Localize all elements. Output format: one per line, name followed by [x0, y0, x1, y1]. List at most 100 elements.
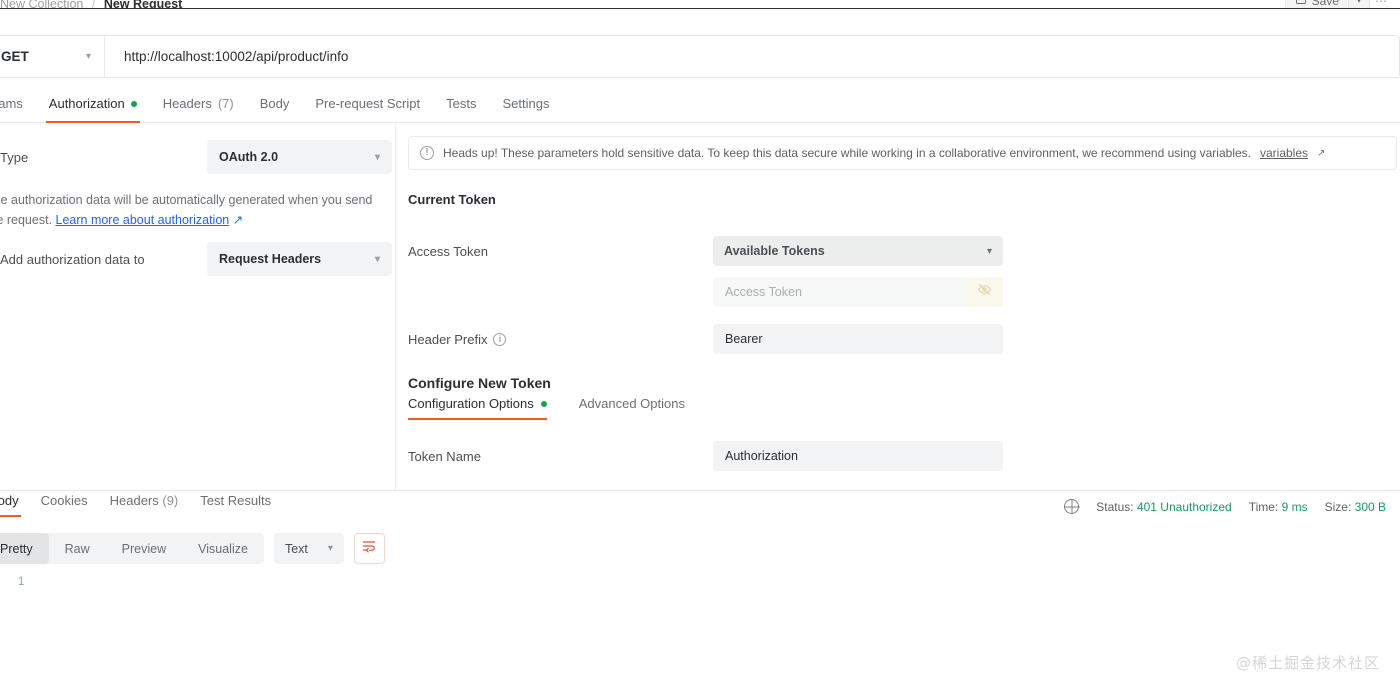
tab-label: Params [0, 96, 23, 111]
tab-settings[interactable]: Settings [489, 96, 562, 122]
sensitive-data-banner: ! Heads up! These parameters hold sensit… [408, 136, 1397, 170]
response-format-select[interactable]: Text ▾ [273, 533, 344, 564]
tab-label: Body [259, 96, 290, 111]
access-token-input-wrap: Access Token [713, 277, 1003, 307]
view-mode-visualize[interactable]: Visualize [182, 533, 264, 564]
save-disk-icon [1295, 0, 1307, 8]
add-authorization-data-select[interactable]: Request Headers ▾ [207, 242, 392, 276]
variables-link[interactable]: variables [1260, 146, 1308, 160]
toggle-token-visibility-button[interactable] [965, 277, 1003, 307]
request-url-bar: GET ▾ http://localhost:10002/api/product… [0, 35, 1400, 78]
modified-dot-icon [130, 100, 137, 107]
size-group: Size: 300 B [1325, 500, 1386, 514]
response-status-line: Status: 401 Unauthorized Time: 9 ms Size… [1064, 499, 1386, 514]
auth-type-value: OAuth 2.0 [219, 150, 279, 164]
tab-body[interactable]: Body [247, 96, 303, 122]
external-link-icon: ↗ [229, 213, 244, 228]
response-format-value: Text [284, 541, 308, 556]
header-prefix-label-wrap: Header Prefix i [408, 332, 713, 347]
url-text: http://localhost:10002/api/product/info [124, 49, 349, 64]
code-line-number: 1 [18, 576, 25, 588]
exclamation-circle-icon: ! [420, 146, 434, 160]
tab-label: Configuration Options [408, 396, 534, 411]
header-prefix-label: Header Prefix [408, 331, 488, 347]
response-view-bar: Pretty Raw Preview Visualize Text ▾ [0, 533, 385, 564]
view-mode-raw[interactable]: Raw [49, 533, 106, 564]
tab-count: (9) [162, 493, 179, 508]
status-group: Status: 401 Unauthorized [1096, 500, 1231, 514]
save-label: Save [1311, 0, 1339, 8]
http-method-select[interactable]: GET ▾ [0, 36, 105, 77]
url-input[interactable]: http://localhost:10002/api/product/info [105, 36, 1399, 77]
response-tab-body[interactable]: Body [0, 493, 30, 517]
add-authorization-data-value: Request Headers [219, 252, 322, 266]
token-name-input[interactable]: Authorization [713, 441, 1003, 471]
chevron-down-icon: ▾ [374, 151, 380, 163]
watermark: @稀土掘金技术社区 [1235, 654, 1380, 672]
tab-label: Advanced Options [578, 396, 685, 411]
access-token-label: Access Token [408, 243, 488, 259]
postman-app-window: New Collection / New Request Save ▾ ⋯ GE… [0, 0, 1400, 689]
configure-token-tabs: Configuration Options Advanced Options [408, 396, 717, 420]
header-prefix-input[interactable]: Bearer [713, 324, 1003, 354]
eye-off-icon [977, 282, 992, 302]
available-tokens-select[interactable]: Available Tokens ▾ [713, 236, 1003, 266]
tab-count: (7) [217, 96, 234, 111]
tab-label: Authorization [48, 96, 125, 111]
response-tabs: Body Cookies Headers (9) Test Results [0, 493, 282, 517]
request-tabs: Params Authorization Headers (7) Body Pr… [0, 85, 1400, 123]
auth-help-text: The authorization data will be automatic… [0, 190, 390, 231]
oauth2-details-pane: ! Heads up! These parameters hold sensit… [396, 124, 1400, 491]
tab-configuration-options[interactable]: Configuration Options [408, 396, 547, 420]
tab-advanced-options[interactable]: Advanced Options [579, 396, 685, 420]
add-authorization-data-row: Add authorization data to Request Header… [0, 242, 396, 276]
chevron-down-icon: ▾ [327, 543, 333, 554]
access-token-row: Access Token Available Tokens ▾ [408, 236, 1003, 266]
tab-label: Headers [109, 493, 159, 508]
auth-type-select[interactable]: OAuth 2.0 ▾ [207, 140, 392, 174]
access-token-input-row: Access Token [408, 277, 1003, 307]
response-tab-cookies[interactable]: Cookies [30, 493, 99, 517]
auth-type-label: Type [0, 149, 29, 165]
ellipsis-icon: ⋯ [1375, 0, 1387, 8]
size-value: 300 B [1354, 499, 1386, 514]
word-wrap-button[interactable] [353, 533, 385, 564]
http-method-label: GET [1, 49, 29, 64]
response-tab-test-results[interactable]: Test Results [189, 493, 282, 517]
auth-split-panes: Type OAuth 2.0 ▾ The authorization data … [0, 124, 1400, 491]
tab-pre-request-script[interactable]: Pre-request Script [302, 96, 433, 122]
learn-more-link[interactable]: Learn more about authorization [56, 213, 230, 227]
info-circle-icon[interactable]: i [493, 332, 507, 346]
chevron-down-icon: ▾ [986, 245, 992, 257]
tab-params[interactable]: Params [0, 96, 36, 122]
view-mode-preview[interactable]: Preview [106, 533, 182, 564]
view-mode-pretty[interactable]: Pretty [0, 533, 49, 564]
tab-label: Settings [502, 96, 550, 111]
time-value: 9 ms [1281, 499, 1308, 514]
time-group: Time: 9 ms [1249, 500, 1308, 514]
external-link-icon: ↗ [1317, 147, 1326, 159]
tab-tests[interactable]: Tests [433, 96, 489, 122]
response-divider [0, 490, 1400, 491]
tab-label: Pre-request Script [315, 96, 421, 111]
modified-dot-icon [540, 400, 547, 407]
configure-new-token-heading: Configure New Token [408, 375, 551, 391]
status-label: Status: [1096, 499, 1134, 514]
chevron-down-icon: ▾ [1356, 0, 1362, 5]
add-authorization-data-label: Add authorization data to [0, 251, 145, 267]
tab-label: Body [0, 493, 19, 508]
auth-config-pane: Type OAuth 2.0 ▾ The authorization data … [0, 124, 396, 491]
tab-authorization[interactable]: Authorization [36, 96, 150, 123]
size-label: Size: [1324, 499, 1352, 514]
banner-text: Heads up! These parameters hold sensitiv… [443, 146, 1251, 160]
time-label: Time: [1248, 499, 1279, 514]
access-token-input[interactable]: Access Token [713, 277, 965, 307]
status-value: 401 Unauthorized [1136, 499, 1232, 514]
chevron-down-icon: ▾ [85, 51, 91, 62]
tab-label: Headers [162, 96, 212, 111]
strip-spacer [0, 9, 1400, 26]
response-tab-headers[interactable]: Headers (9) [99, 493, 190, 517]
header-prefix-row: Header Prefix i Bearer [408, 324, 1003, 354]
tab-headers[interactable]: Headers (7) [150, 96, 247, 122]
token-name-label: Token Name [408, 448, 481, 464]
